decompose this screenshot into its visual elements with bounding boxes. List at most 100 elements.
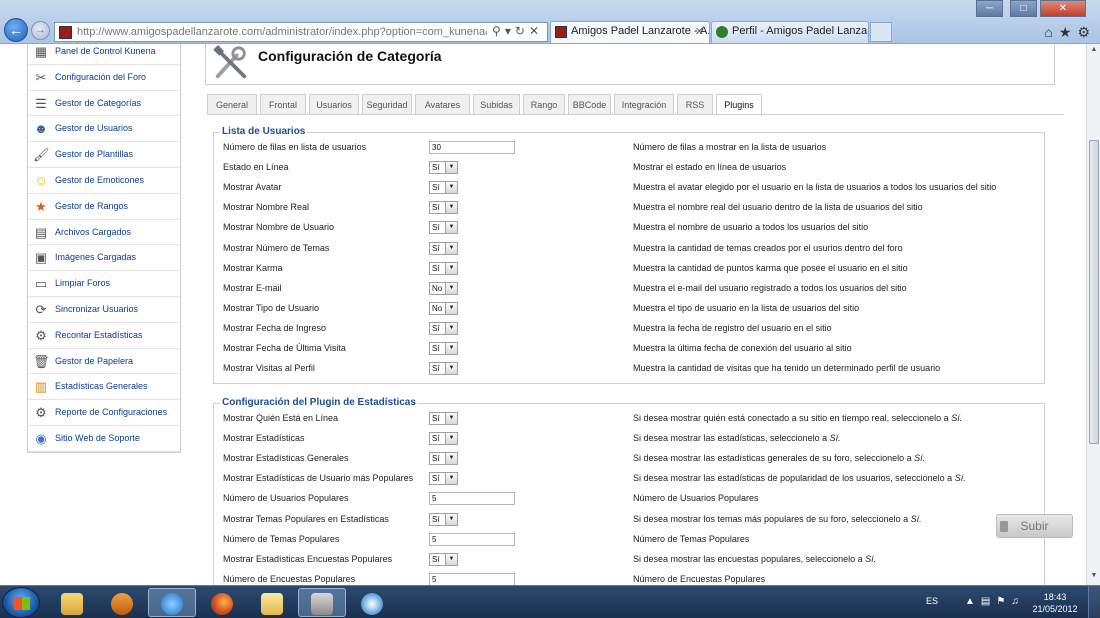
flag-icon[interactable]: ⚑ <box>996 596 1011 607</box>
language-indicator[interactable]: ES <box>926 596 938 606</box>
sidebar-item[interactable]: ☻ Gestor de Usuarios <box>28 116 180 143</box>
sidebar-item[interactable]: ▣ Imágenes Cargadas <box>28 245 180 272</box>
taskbar-explorer[interactable] <box>48 588 96 617</box>
setting-select[interactable]: Sí ▼ <box>429 412 458 425</box>
minimize-button[interactable]: ─ <box>976 0 1003 17</box>
sidebar-item[interactable]: ▭ Limpiar Foros <box>28 271 180 297</box>
chevron-down-icon[interactable]: ▼ <box>445 162 457 174</box>
taskbar-internet-explorer[interactable] <box>148 588 196 617</box>
address-bar[interactable]: http://www.amigospadellanzarote.com/admi… <box>54 22 548 42</box>
vertical-scrollbar[interactable]: ▲ ▼ <box>1086 44 1100 585</box>
setting-select[interactable]: Sí ▼ <box>429 261 458 275</box>
setting-text-input[interactable]: 30 <box>429 141 515 154</box>
scroll-thumb[interactable] <box>1089 140 1099 444</box>
dropdown-icon[interactable]: ▾ <box>505 24 515 38</box>
chevron-down-icon[interactable]: ▼ <box>445 413 457 424</box>
chevron-down-icon[interactable]: ▼ <box>445 222 457 234</box>
chevron-down-icon[interactable]: ▼ <box>445 242 457 254</box>
setting-select[interactable]: No ▼ <box>429 301 458 315</box>
chevron-down-icon[interactable]: ▼ <box>445 262 457 274</box>
sidebar-item[interactable]: ✂ Configuración del Foro <box>28 65 180 91</box>
setting-select[interactable]: Sí ▼ <box>429 432 458 446</box>
setting-text-input[interactable]: 5 <box>429 572 515 585</box>
sidebar-item[interactable]: ☰ Gestor de Categorías <box>28 91 180 117</box>
chevron-down-icon[interactable]: ▼ <box>445 513 457 525</box>
chevron-down-icon[interactable]: ▼ <box>445 282 457 294</box>
home-icon[interactable]: ⌂ <box>1044 24 1058 40</box>
search-icon[interactable]: ⚲ <box>492 24 505 38</box>
tab-usuarios[interactable]: Usuarios <box>309 94 359 115</box>
maximize-button[interactable]: □ <box>1010 0 1037 17</box>
scroll-up-icon[interactable]: ▲ <box>1089 46 1099 56</box>
favorites-icon[interactable]: ★ <box>1059 24 1078 40</box>
sidebar-item[interactable]: ⚙ Reporte de Configuraciones <box>28 400 180 426</box>
chevron-down-icon[interactable]: ▼ <box>445 453 457 465</box>
setting-select[interactable]: Sí ▼ <box>429 241 458 255</box>
setting-select[interactable]: No ▼ <box>429 281 458 295</box>
sidebar-item[interactable]: ★ Gestor de Rangos <box>28 194 180 220</box>
sidebar-item[interactable]: ⚙ Recontar Estadísticas <box>28 323 180 349</box>
setting-select[interactable]: Sí ▼ <box>429 472 458 486</box>
stop-icon[interactable]: ✕ <box>529 24 543 38</box>
tab-general[interactable]: General <box>207 94 257 115</box>
new-tab-button[interactable] <box>870 22 892 42</box>
setting-text-input[interactable]: 5 <box>429 532 515 546</box>
start-button[interactable] <box>2 587 40 618</box>
setting-select[interactable]: Sí ▼ <box>429 342 458 355</box>
show-desktop-button[interactable] <box>1088 586 1100 618</box>
system-clock[interactable]: 18:43 21/05/2012 <box>1030 591 1080 615</box>
tab-rango[interactable]: Rango <box>523 94 565 115</box>
taskbar-app-six[interactable] <box>298 588 346 617</box>
refresh-icon[interactable]: ↻ <box>515 24 529 38</box>
tab-seguridad[interactable]: Seguridad <box>362 94 412 115</box>
url-text[interactable]: http://www.amigospadellanzarote.com/admi… <box>77 26 487 38</box>
sidebar-item[interactable]: 🖌 Gestor de Plantillas <box>28 142 180 168</box>
sidebar-item[interactable]: ▥ Estadísticas Generales <box>28 374 180 401</box>
taskbar-paint[interactable] <box>348 588 396 617</box>
tab-bbcode[interactable]: BBCode <box>568 94 611 115</box>
taskbar-media-player[interactable] <box>98 588 146 617</box>
volume-icon[interactable]: ♫ <box>1011 596 1025 607</box>
chevron-down-icon[interactable]: ▼ <box>445 182 457 194</box>
tab-frontal[interactable]: Frontal <box>260 94 306 115</box>
browser-tab-perfil[interactable]: Perfil - Amigos Padel Lanzarote <box>711 21 869 43</box>
scroll-down-icon[interactable]: ▼ <box>1089 572 1099 582</box>
sidebar-item[interactable]: ☺ Gestor de Emoticones <box>28 168 180 194</box>
chevron-down-icon[interactable]: ▼ <box>445 553 457 565</box>
chevron-down-icon[interactable]: ▼ <box>445 433 457 445</box>
setting-text-input[interactable]: 5 <box>429 492 515 506</box>
close-tab-icon[interactable]: ✕ <box>695 25 704 38</box>
tray-icons[interactable]: ▲▤⚑♫ <box>965 596 1025 607</box>
sidebar-item[interactable]: ▦ Panel de Control Kunena <box>28 44 180 65</box>
tab-rss[interactable]: RSS <box>677 94 713 115</box>
chevron-down-icon[interactable]: ▼ <box>445 343 457 354</box>
tab-avatares[interactable]: Avatares <box>415 94 470 115</box>
browser-tab-amigos[interactable]: Amigos Padel Lanzarote - A... ✕ <box>550 21 710 43</box>
taskbar-mail[interactable] <box>248 588 296 617</box>
setting-select[interactable]: Sí ▼ <box>429 201 458 215</box>
chevron-down-icon[interactable]: ▼ <box>445 473 457 485</box>
subir-button[interactable]: Subir <box>996 514 1073 538</box>
back-button[interactable]: ← <box>4 18 28 42</box>
setting-select[interactable]: Sí ▼ <box>429 181 458 195</box>
show-hidden-icon[interactable]: ▲ <box>965 596 981 607</box>
sidebar-item[interactable]: ⟳ Sincronizar Usuarios <box>28 297 180 323</box>
setting-select[interactable]: Sí ▼ <box>429 221 458 235</box>
forward-button[interactable]: → <box>31 21 50 40</box>
chevron-down-icon[interactable]: ▼ <box>445 363 457 375</box>
tab-integración[interactable]: Integración <box>614 94 674 115</box>
chevron-down-icon[interactable]: ▼ <box>445 322 457 334</box>
setting-select[interactable]: Sí ▼ <box>429 362 458 376</box>
chevron-down-icon[interactable]: ▼ <box>445 302 457 314</box>
setting-select[interactable]: Sí ▼ <box>429 161 458 175</box>
setting-select[interactable]: Sí ▼ <box>429 321 458 335</box>
setting-select[interactable]: Sí ▼ <box>429 552 458 566</box>
tab-subidas[interactable]: Subidas <box>473 94 520 115</box>
taskbar-firefox[interactable] <box>198 588 246 617</box>
tab-plugins[interactable]: Plugins <box>716 94 762 116</box>
network-icon[interactable]: ▤ <box>981 596 996 607</box>
setting-select[interactable]: Sí ▼ <box>429 452 458 466</box>
sidebar-item[interactable]: ◉ Sitio Web de Soporte <box>28 426 180 452</box>
sidebar-item[interactable]: 🗑 Gestor de Papelera <box>28 349 180 375</box>
settings-gear-icon[interactable]: ⚙ <box>1077 24 1096 40</box>
